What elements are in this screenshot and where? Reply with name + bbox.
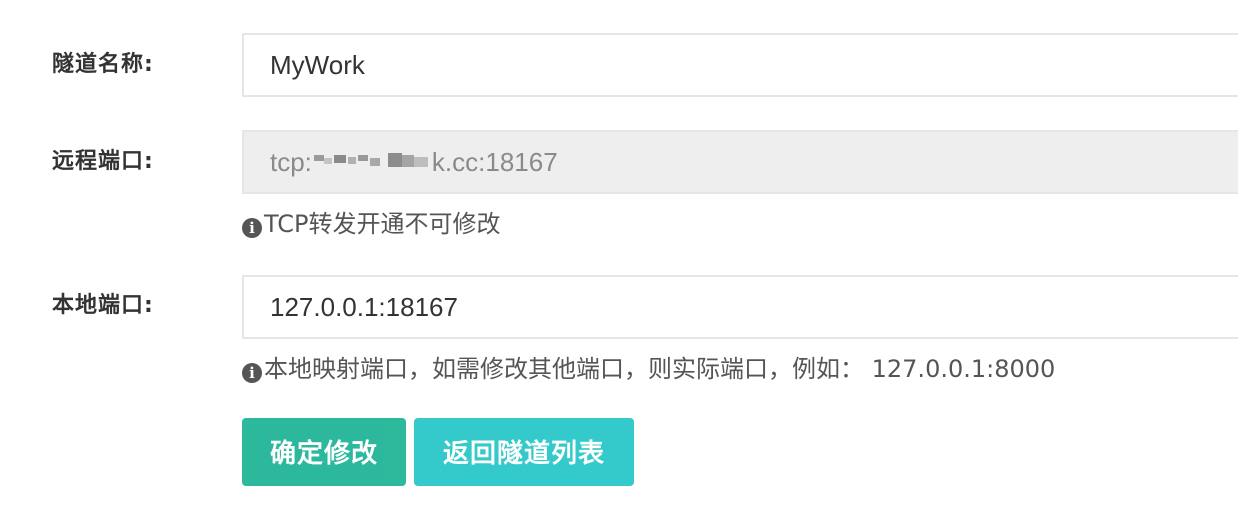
local-port-hint: i 本地映射端口，如需修改其他端口，则实际端口，例如： 127.0.0.1:800… [242, 353, 1055, 385]
info-icon: i [242, 363, 262, 383]
tunnel-name-input[interactable] [242, 33, 1238, 97]
remote-port-value-prefix: tcp: [270, 147, 312, 177]
local-port-input[interactable] [242, 275, 1238, 339]
confirm-edit-button[interactable]: 确定修改 [242, 418, 406, 486]
local-port-label: 本地端口: [52, 293, 154, 318]
redacted-pixelation-2 [384, 153, 432, 168]
redacted-pixelation [312, 155, 384, 167]
tunnel-name-label: 隧道名称: [52, 52, 154, 77]
local-port-hint-text: 本地映射端口，如需修改其他端口，则实际端口，例如： 127.0.0.1:8000 [264, 355, 1056, 383]
remote-port-label: 远程端口: [52, 149, 154, 174]
remote-port-field: tcp: k.cc:18167 [242, 130, 1238, 194]
remote-port-hint: i TCP转发开通不可修改 [242, 208, 500, 240]
info-icon: i [242, 218, 262, 238]
remote-port-hint-text: TCP转发开通不可修改 [264, 210, 501, 238]
back-to-tunnel-list-button[interactable]: 返回隧道列表 [414, 418, 634, 486]
remote-port-value-suffix: k.cc:18167 [431, 147, 558, 177]
